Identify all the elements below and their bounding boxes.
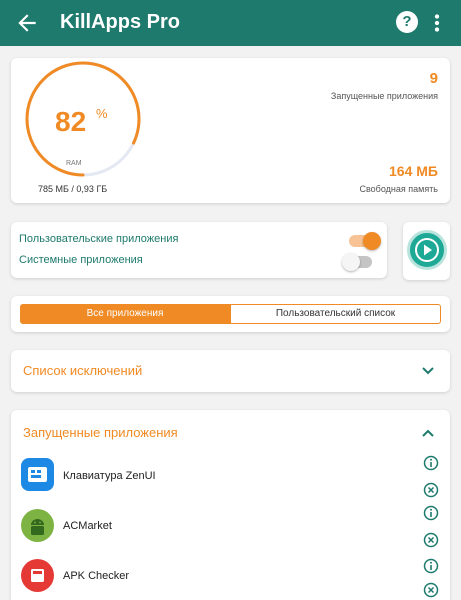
tab-user-list[interactable]: Пользовательский список xyxy=(230,304,441,324)
ram-card: 82 % RAM 785 МБ / 0,93 ГБ 9 Запущенные п… xyxy=(11,58,450,203)
play-icon xyxy=(415,238,439,262)
running-apps-section: Запущенные приложения Клавиатура ZenUI A… xyxy=(11,410,450,600)
close-icon[interactable] xyxy=(423,482,439,498)
app-title: KillApps Pro xyxy=(60,11,181,33)
filter-tabs-card: Все приложения Пользовательский список xyxy=(11,296,450,332)
user-apps-switch[interactable] xyxy=(349,232,381,250)
apk-checker-app-icon xyxy=(21,559,54,592)
app-name: ACMarket xyxy=(63,520,112,532)
chevron-up-icon[interactable] xyxy=(421,426,435,440)
help-icon[interactable]: ? xyxy=(396,11,418,33)
app-type-toggles-card: Пользовательские приложения Системные пр… xyxy=(11,222,387,278)
app-name: Клавиатура ZenUI xyxy=(63,470,156,482)
ram-percent: 82 xyxy=(55,106,87,137)
exclusions-title: Список исключений xyxy=(23,363,143,378)
running-label: Запущенные приложения xyxy=(330,91,438,101)
kill-play-button[interactable] xyxy=(407,230,447,270)
running-count: 9 xyxy=(429,70,438,87)
tab-all-apps[interactable]: Все приложения xyxy=(20,304,230,324)
more-vert-icon[interactable] xyxy=(430,10,444,36)
system-apps-switch[interactable] xyxy=(342,253,372,271)
keyboard-app-icon xyxy=(21,458,54,491)
exclusions-section[interactable]: Список исключений xyxy=(11,350,450,392)
ram-usage: 785 МБ / 0,93 ГБ xyxy=(38,184,108,194)
chevron-down-icon[interactable] xyxy=(421,364,435,378)
system-apps-switch-knob xyxy=(342,253,360,271)
free-memory-label: Свободная память xyxy=(359,184,439,194)
info-icon[interactable] xyxy=(423,558,439,574)
free-memory-value: 164 МБ xyxy=(389,163,438,179)
ram-percent-sign: % xyxy=(96,106,108,121)
kill-button-card xyxy=(403,222,450,280)
info-icon[interactable] xyxy=(423,505,439,521)
system-apps-label: Системные приложения xyxy=(19,254,143,266)
back-arrow-icon[interactable] xyxy=(14,10,40,36)
android-app-icon xyxy=(21,509,54,542)
user-apps-label: Пользовательские приложения xyxy=(19,233,179,245)
close-icon[interactable] xyxy=(423,532,439,548)
info-icon[interactable] xyxy=(423,455,439,471)
user-apps-switch-knob xyxy=(363,232,381,250)
ram-gauge-label: RAM xyxy=(66,160,82,167)
close-icon[interactable] xyxy=(423,582,439,598)
app-name: APK Checker xyxy=(63,570,130,582)
app-bar: KillApps Pro ? xyxy=(0,0,461,46)
running-apps-title: Запущенные приложения xyxy=(23,425,178,440)
